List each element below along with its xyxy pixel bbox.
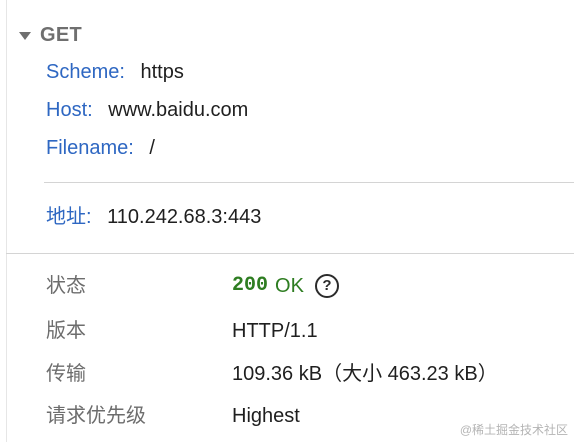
scheme-value: https: [140, 61, 184, 83]
filename-value: /: [149, 137, 155, 159]
host-value: www.baidu.com: [108, 99, 249, 121]
address-value: 110.242.68.3:443: [107, 206, 262, 228]
scheme-label: Scheme:: [46, 61, 125, 83]
host-row: Host: www.baidu.com: [46, 97, 248, 123]
scheme-row: Scheme: https: [46, 59, 184, 85]
priority-label: 请求优先级: [46, 405, 146, 427]
address-row: 地址: 110.242.68.3:443: [46, 204, 261, 230]
triangle-down-icon: [19, 31, 31, 40]
divider: [44, 182, 574, 183]
host-label: Host:: [46, 99, 93, 121]
divider: [6, 253, 574, 254]
filename-label: Filename:: [46, 137, 134, 159]
filename-row: Filename: /: [46, 135, 155, 161]
panel-left-border: [6, 0, 7, 442]
status-text: OK: [275, 275, 304, 297]
priority-value: Highest: [232, 405, 300, 427]
address-label: 地址:: [46, 206, 92, 228]
get-section-toggle[interactable]: GET: [19, 22, 82, 48]
transfer-label: 传输: [46, 363, 86, 385]
status-label: 状态: [46, 275, 86, 297]
transfer-value: 109.36 kB（大小 463.23 kB）: [232, 363, 498, 385]
status-code: 200: [232, 274, 269, 297]
question-circle-icon[interactable]: ?: [314, 274, 339, 298]
version-label: 版本: [46, 320, 86, 342]
version-value: HTTP/1.1: [232, 320, 318, 342]
watermark: @稀土掘金技术社区: [459, 423, 568, 437]
request-method: GET: [40, 23, 83, 46]
status-value: 200 OK ?: [232, 273, 339, 299]
